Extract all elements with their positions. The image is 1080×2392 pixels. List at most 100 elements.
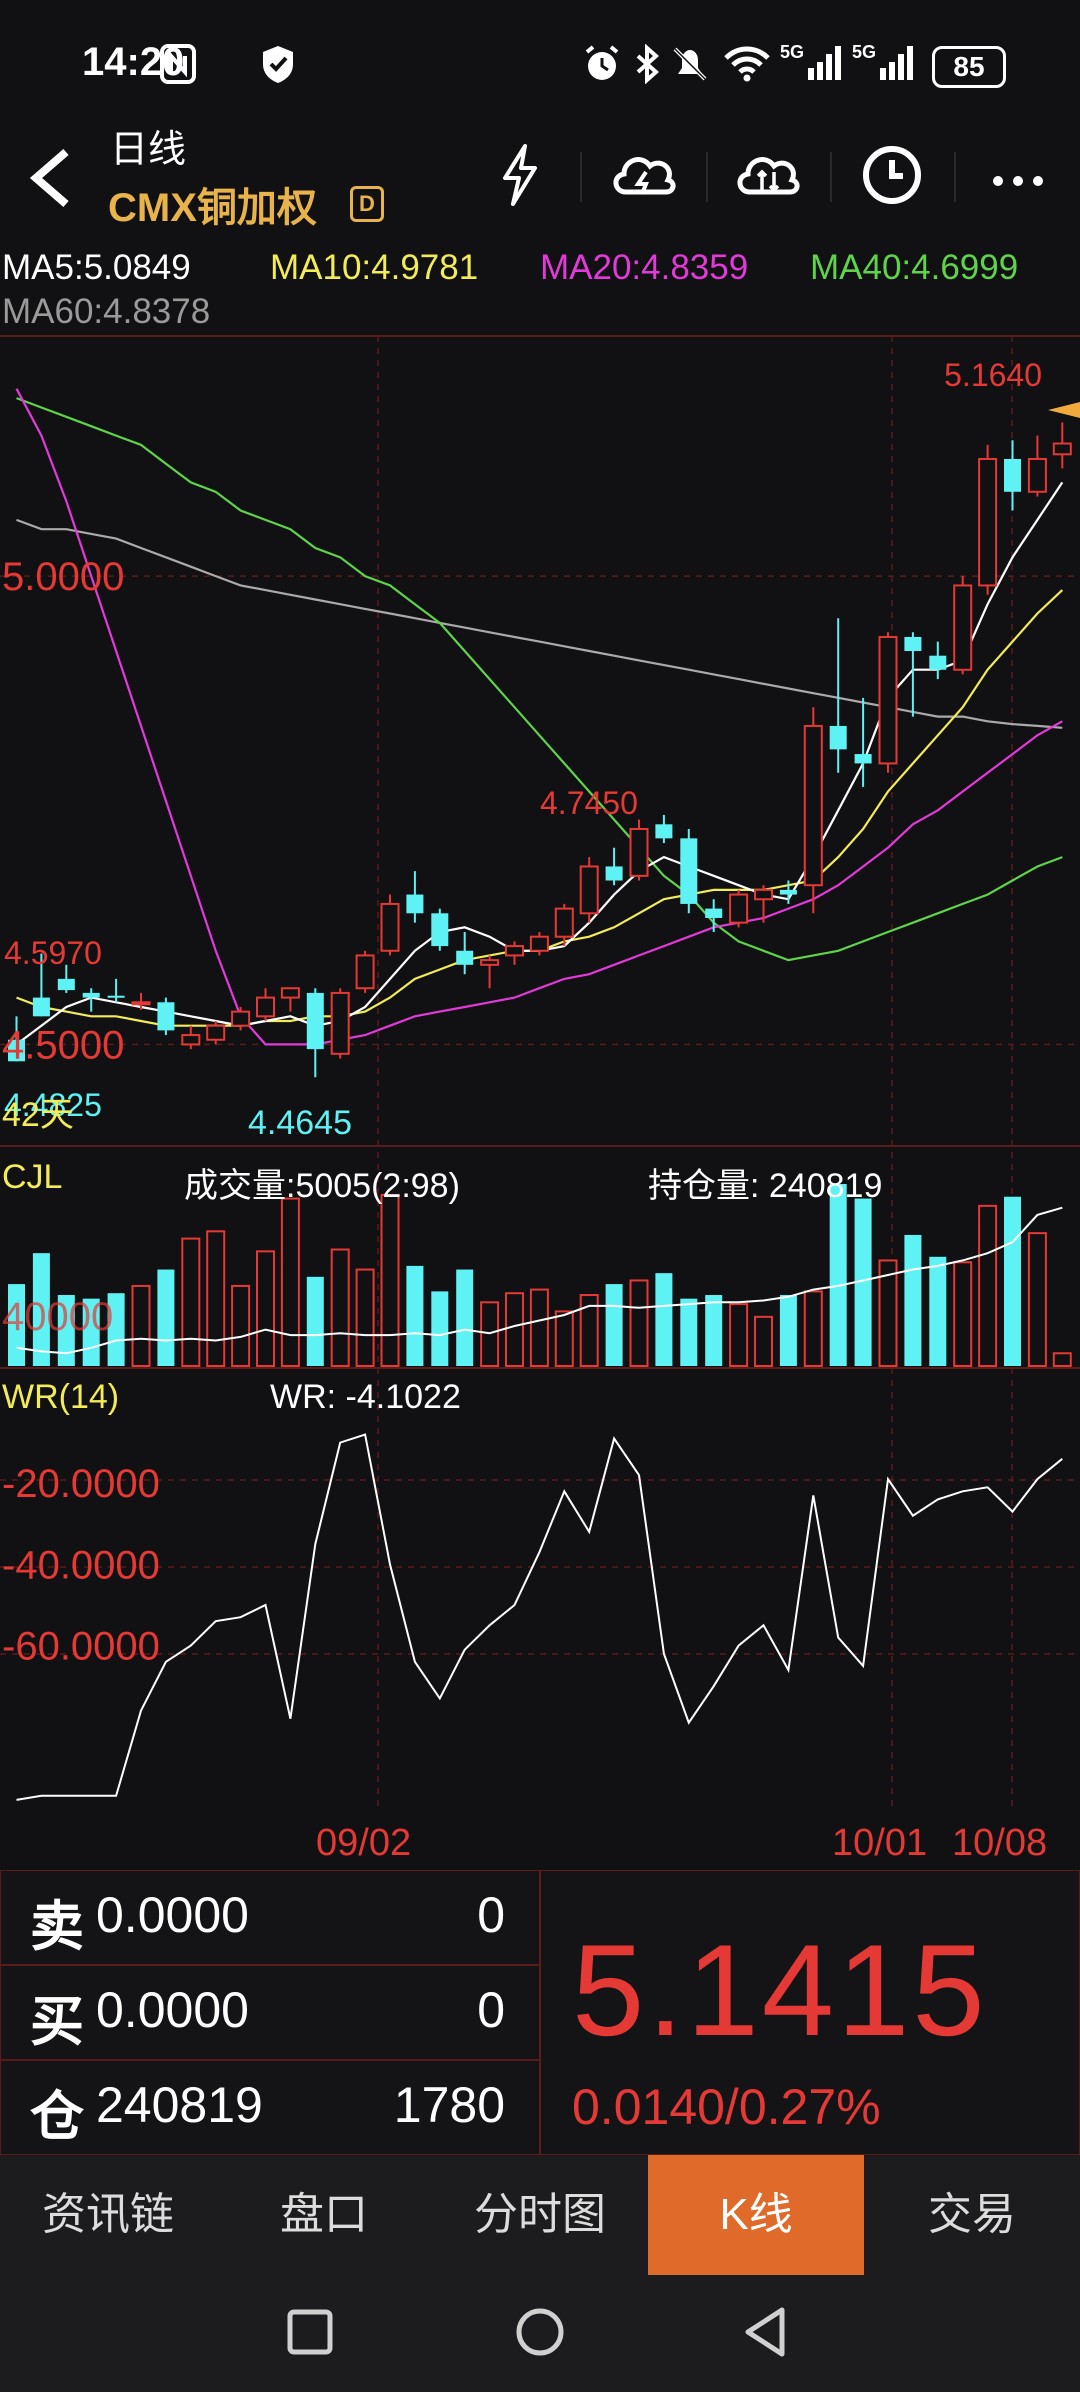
cloud-sync-button[interactable]	[728, 142, 808, 212]
volume-bar-down	[779, 1295, 797, 1366]
volume-bar-up	[1052, 1352, 1072, 1368]
daily-badge: D	[350, 186, 384, 222]
tab-trade[interactable]: 交易	[864, 2155, 1080, 2275]
chart-grid	[0, 335, 1080, 1810]
buy-label: 买	[30, 1992, 84, 2052]
cloud-flash-button[interactable]	[604, 142, 684, 212]
candle-down	[904, 636, 922, 652]
volume-bar-down	[456, 1269, 474, 1366]
clock-icon	[863, 146, 921, 204]
recents-button[interactable]	[286, 2308, 334, 2361]
candle-down	[57, 978, 75, 991]
history-button[interactable]	[852, 142, 932, 212]
sell-label: 卖	[30, 1897, 84, 1957]
candle-down	[107, 995, 125, 998]
volume-bar-up	[1027, 1232, 1047, 1368]
header-divider	[954, 152, 956, 202]
back-button[interactable]	[26, 148, 76, 214]
candle-down	[32, 997, 50, 1017]
tab-news-chain[interactable]: 资讯链	[0, 2155, 216, 2275]
axis-label-4500: 4.5000	[2, 1023, 124, 1067]
candle-up	[256, 996, 275, 1018]
candle-down	[655, 824, 673, 839]
volume-bar-up	[729, 1303, 749, 1367]
volume-bar-down	[1004, 1196, 1021, 1366]
volume-bar-down	[406, 1265, 424, 1366]
ma20-label: MA20:4.8359	[540, 248, 749, 287]
wr-tick-label: -40.0000	[2, 1543, 160, 1587]
cjl-title: CJL	[2, 1158, 63, 1196]
date-label-1001: 10/01	[832, 1822, 928, 1864]
signal-5g-icon-2: 5G	[852, 40, 916, 93]
alarm-icon	[582, 44, 622, 93]
last-price: 5.1415	[572, 1917, 988, 2063]
ma5-line	[15, 481, 1064, 1046]
candle-up	[579, 865, 599, 915]
high-price-label: 5.1640	[944, 357, 1042, 393]
volume-bar-down	[705, 1295, 723, 1366]
circle-icon	[516, 2308, 564, 2356]
triangle-back-icon	[745, 2307, 785, 2357]
candle-down	[829, 725, 847, 750]
days-label: 42天	[2, 1096, 74, 1134]
volume-bar-down	[655, 1273, 673, 1366]
candle-down	[157, 1002, 175, 1031]
header-divider	[706, 152, 708, 202]
battery-indicator: 85	[932, 46, 1006, 88]
volume-bar-up	[231, 1284, 251, 1368]
back-nav-button[interactable]	[742, 2306, 790, 2363]
ma5-label: MA5:5.0849	[2, 248, 191, 287]
ma10-label: MA10:4.9781	[270, 248, 479, 287]
wr-value: WR: -4.1022	[270, 1378, 461, 1416]
buy-price: 0.0000	[96, 1982, 249, 2038]
candle-down	[82, 992, 100, 998]
candle-up	[355, 954, 375, 990]
volume-bar-down	[829, 1184, 847, 1366]
volume-text: 成交量:5005(2:98)	[184, 1167, 460, 1205]
candle-up	[380, 902, 400, 952]
candle-down	[680, 838, 698, 904]
wr-line	[16, 1433, 1063, 1801]
tab-order-book[interactable]: 盘口	[216, 2155, 432, 2275]
kline-chart[interactable]: 5.00004.50005.16404.74504.59704.46454.48…	[0, 330, 1080, 1810]
candle-up	[206, 1024, 226, 1041]
more-button[interactable]	[978, 142, 1058, 212]
volume-bar-down	[929, 1256, 947, 1366]
cloud-lightning-icon	[613, 157, 676, 195]
volume-bar-down	[306, 1276, 324, 1366]
tab-timeshare[interactable]: 分时图	[432, 2155, 648, 2275]
volume-bar-up	[803, 1290, 823, 1368]
nfc-icon	[160, 44, 196, 93]
candle-up	[330, 991, 350, 1055]
volume-axis-label: 40000	[2, 1295, 113, 1339]
volume-bar-up	[131, 1284, 151, 1368]
volume-bar-up	[330, 1248, 350, 1368]
candle-up	[953, 584, 973, 671]
ma60-label: MA60:4.8378	[2, 292, 211, 331]
volume-bar-down	[157, 1269, 175, 1366]
volume-bar-up	[554, 1310, 574, 1368]
volume-bar-up	[355, 1268, 375, 1368]
volume-bar-up	[505, 1292, 524, 1367]
candle-down	[306, 992, 324, 1050]
mute-bell-icon	[670, 44, 710, 93]
wifi-icon	[722, 44, 772, 93]
flash-button[interactable]	[480, 142, 560, 212]
ma40-label: MA40:4.6999	[810, 248, 1019, 287]
signal-5g-icon: 5G	[780, 40, 844, 93]
open-interest-text: 持仓量: 240819	[648, 1167, 883, 1205]
candle-up	[505, 945, 524, 957]
volume-bar-up	[181, 1237, 201, 1367]
shield-icon	[260, 44, 296, 93]
candle-up	[529, 935, 549, 952]
volume-bar-up	[629, 1279, 649, 1367]
wr-tick-label: -20.0000	[2, 1462, 160, 1506]
candles	[8, 422, 1072, 1078]
home-button[interactable]	[514, 2306, 566, 2363]
sell-qty: 0	[477, 1887, 505, 1943]
left-price-label: 4.5970	[4, 935, 102, 971]
tab-kline[interactable]: K线	[648, 2155, 864, 2275]
volume-bar-down	[680, 1298, 698, 1366]
peak-price-label: 4.7450	[540, 785, 638, 821]
symbol-title[interactable]: CMX铜加权	[108, 175, 317, 233]
